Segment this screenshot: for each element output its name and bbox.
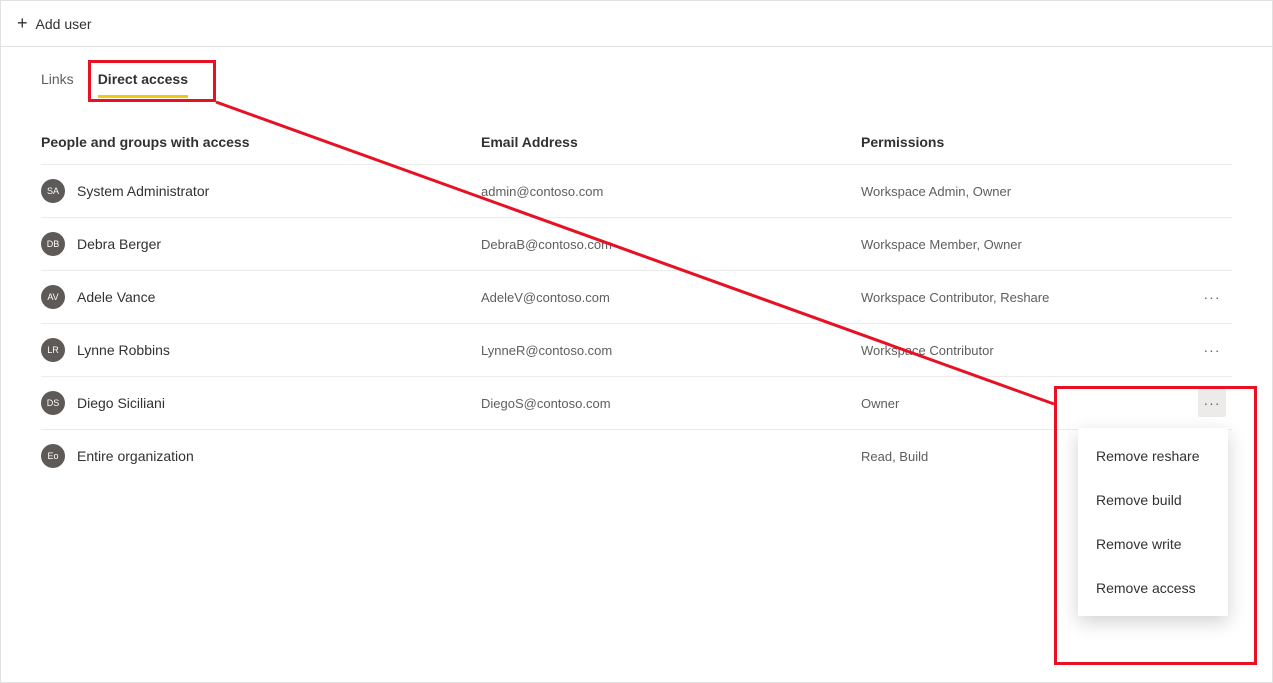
table-row: SA System Administrator admin@contoso.com W… (41, 164, 1232, 217)
content: People and groups with access Email Addr… (1, 98, 1272, 482)
user-permissions: Workspace Admin, Owner (861, 184, 1011, 199)
table-header: People and groups with access Email Addr… (41, 98, 1232, 164)
context-menu-item[interactable]: Remove write (1078, 522, 1228, 566)
header-actions (1192, 134, 1232, 150)
user-email: DebraB@contoso.com (481, 237, 612, 252)
user-permissions: Read, Build (861, 449, 928, 464)
avatar: DB (41, 232, 65, 256)
avatar: SA (41, 179, 65, 203)
header-email: Email Address (481, 134, 861, 150)
user-permissions: Workspace Member, Owner (861, 237, 1022, 252)
header-permissions: Permissions (861, 134, 1192, 150)
table-row: DB Debra Berger DebraB@contoso.com Workspac… (41, 217, 1232, 270)
add-user-button[interactable]: Add user (36, 16, 92, 32)
avatar: DS (41, 391, 65, 415)
tab-direct-access[interactable]: Direct access (98, 71, 188, 98)
table-row: AV Adele Vance AdeleV@contoso.com Workspace… (41, 270, 1232, 323)
context-menu: Remove reshareRemove buildRemove writeRe… (1078, 428, 1228, 616)
user-permissions: Owner (861, 396, 899, 411)
context-menu-item[interactable]: Remove reshare (1078, 434, 1228, 478)
user-name: System Administrator (77, 183, 209, 199)
user-permissions: Workspace Contributor (861, 343, 994, 358)
table-row: DS Diego Siciliani DiegoS@contoso.com Owner… (41, 376, 1232, 429)
more-options-icon[interactable]: ··· (1198, 336, 1226, 364)
context-menu-item[interactable]: Remove access (1078, 566, 1228, 610)
user-name: Diego Siciliani (77, 395, 165, 411)
header-people: People and groups with access (41, 134, 481, 150)
avatar: LR (41, 338, 65, 362)
user-email: LynneR@contoso.com (481, 343, 612, 358)
user-permissions: Workspace Contributor, Reshare (861, 290, 1049, 305)
user-name: Debra Berger (77, 236, 161, 252)
table-row: LR Lynne Robbins LynneR@contoso.com Workspa… (41, 323, 1232, 376)
table-row: Eo Entire organization Read, Build (41, 429, 1232, 482)
user-name: Entire organization (77, 448, 194, 464)
user-name: Lynne Robbins (77, 342, 170, 358)
more-options-icon[interactable]: ··· (1198, 389, 1226, 417)
user-name: Adele Vance (77, 289, 155, 305)
avatar: Eo (41, 444, 65, 468)
user-email: DiegoS@contoso.com (481, 396, 611, 411)
plus-icon: + (17, 13, 28, 34)
tabs: Links Direct access (1, 47, 1272, 98)
tab-links[interactable]: Links (41, 71, 74, 98)
user-email: admin@contoso.com (481, 184, 603, 199)
table-body: SA System Administrator admin@contoso.com W… (41, 164, 1232, 482)
more-options-icon[interactable]: ··· (1198, 283, 1226, 311)
user-email: AdeleV@contoso.com (481, 290, 610, 305)
context-menu-item[interactable]: Remove build (1078, 478, 1228, 522)
toolbar: + Add user (1, 1, 1272, 47)
avatar: AV (41, 285, 65, 309)
